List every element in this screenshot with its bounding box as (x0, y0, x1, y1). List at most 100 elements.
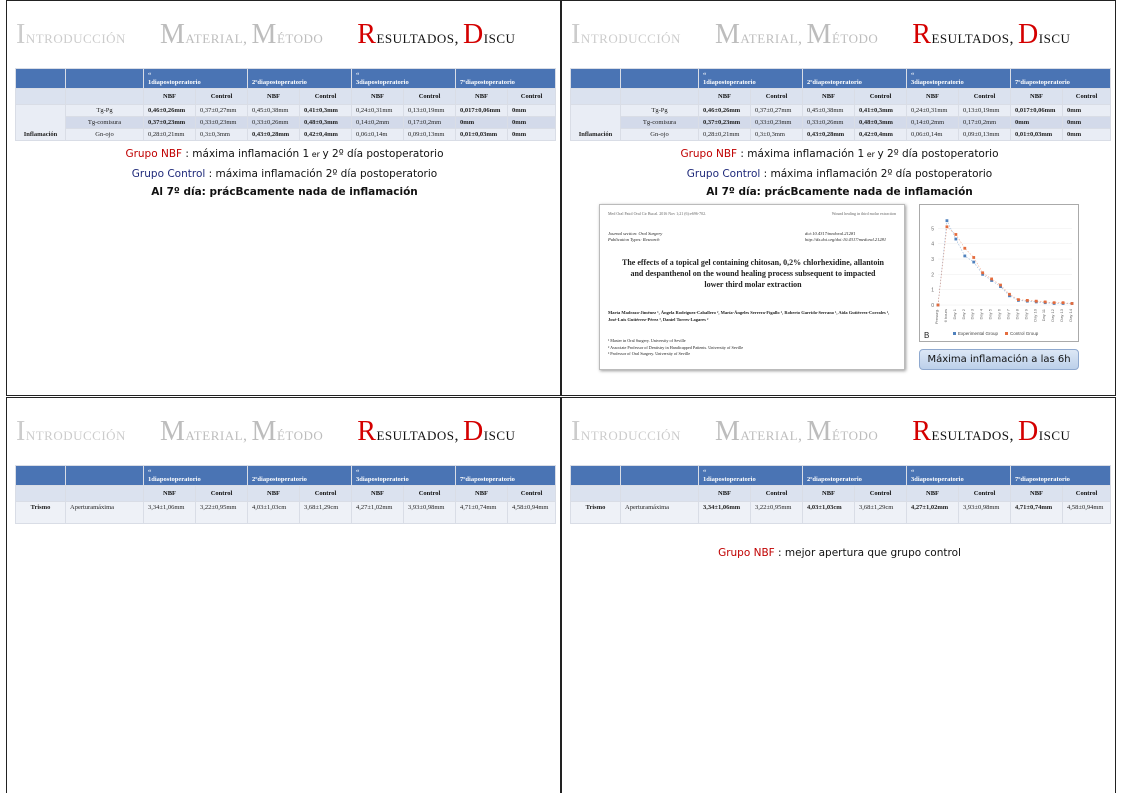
row-label: Tg-comisura (65, 116, 144, 129)
trismo-table: “ 1diapostoperatorio 2ºdiapostoperatorio “… (570, 465, 1112, 524)
table-cell: 0,37±0,23mm (143, 116, 196, 129)
row-group-label: Inflamación (15, 104, 66, 141)
table-cell: 0,13±0,19mm (403, 104, 457, 117)
table-row: Gn-ojo 0,28±0,21mm 0,3±0,3mm 0,43±0,28mm 0,4… (571, 128, 1112, 141)
data-point (990, 277, 993, 281)
subheader-group: Control (958, 88, 1012, 105)
data-point (1052, 301, 1056, 305)
panel-label: B (924, 331, 929, 340)
table-cell: 0,28±0,21mm (698, 128, 751, 141)
header-blank (620, 68, 699, 89)
article-journal-ref: Med Oral Patol Oral Cir Bucal. 2016 Nov … (608, 211, 707, 216)
subheader-group: Control (507, 485, 557, 502)
table-cell: 0,24±0,31mm (351, 104, 405, 117)
header-word-discusion: DISCU (463, 19, 516, 50)
data-point (954, 233, 958, 236)
row-label: Tg-comisura (620, 116, 699, 129)
header-word-resultados: RESULTADOS (357, 416, 455, 447)
legend-label: Experimental Group (958, 331, 999, 336)
trismo-summary: Grupo NBF : mejor apertura que grupo con… (718, 547, 961, 559)
subheader-blank (15, 88, 66, 105)
row-label: Tg-Pg (65, 104, 144, 117)
header-word-introduccion: INTRODUCCIÓN (16, 19, 126, 50)
legend-swatch (1005, 332, 1008, 335)
table-cell: 0,33±0,23mm (194, 116, 249, 129)
subheader-group: Control (1062, 485, 1112, 502)
x-tick-label: Day 12 (1050, 308, 1055, 321)
table-cell: 0mm (1062, 128, 1112, 141)
subheader-group: NBF (698, 485, 751, 502)
series-line-control (937, 226, 1073, 306)
subheader-blank (570, 88, 621, 105)
subheader-group: Control (749, 485, 804, 502)
table-row: Gn-ojo 0,28±0,21mm 0,3±0,3mm 0,43±0,28mm 0,4… (16, 128, 557, 141)
article-title: The effects of a topical gel containing … (622, 258, 884, 289)
table-cell: 3,22±0,95mm (194, 501, 249, 524)
table-cell: 0,24±0,31mm (906, 104, 960, 117)
article-authors: Marta Madrazo-Jiménez ¹, Ángela Rodrígue… (608, 310, 890, 322)
row-group-label: Inflamación (570, 104, 621, 141)
summary-control: Grupo Control : máxima inflamación 2º dí… (686, 168, 993, 180)
data-point (972, 256, 976, 259)
data-point (1070, 302, 1074, 305)
article-running-title: Wound healing in third molar extraction (831, 211, 896, 216)
table-cell: 4,71±0,74mm (455, 501, 509, 524)
row-label: Gn-ojo (65, 128, 144, 141)
legend-label: Control Group (1010, 331, 1039, 336)
subheader-group: NBF (698, 88, 751, 105)
slide-header: INTRODUCCIÓN MATERIAL, MÉTODO RESULTADOS… (16, 416, 516, 447)
data-point (1043, 300, 1047, 304)
table-cell: 0,45±0,38mm (247, 104, 301, 117)
subheader-blank (65, 88, 144, 105)
slide-2: INTRODUCCIÓN MATERIAL, MÉTODO RESULTADOS… (561, 0, 1116, 396)
table-cell: 0,42±0,4mm (854, 128, 908, 141)
table-cell: 0,01±0,03mm (455, 128, 509, 141)
slide-3: INTRODUCCIÓN MATERIAL, MÉTODO RESULTADOS… (6, 397, 561, 793)
column-header-day: “ 3diapostoperatorio (351, 465, 457, 486)
header-word-material: MATERIAL (714, 416, 799, 447)
table-cell: 0,14±0,2mm (351, 116, 405, 129)
table-row: Inflamación Tg-Pg 0,46±0,26mm 0,37±0,27mm 0,… (15, 104, 557, 141)
column-header-day: 2ºdiapostoperatorio (247, 68, 353, 89)
header-blank (65, 465, 144, 486)
summary-nbf: Grupo NBF : máxima inflamación 1 er y 2º… (680, 148, 999, 160)
slide-header: INTRODUCCIÓN MATERIAL, MÉTODO RESULTADOS… (16, 19, 516, 50)
table-cell: 0,37±0,23mm (698, 116, 751, 129)
table-row: Inflamación Tg-Pg 0,46±0,26mm 0,37±0,27mm 0,… (570, 104, 1112, 141)
subheader-group: Control (854, 485, 908, 502)
x-tick-label: Day 2 (961, 308, 966, 319)
table-cell: 0,14±0,2mm (906, 116, 960, 129)
header-blank (570, 68, 621, 89)
table-cell: 0,13±0,19mm (958, 104, 1012, 117)
x-tick-label: Day 4 (979, 308, 984, 319)
data-point (936, 303, 940, 307)
row-group-label: Trismo (570, 501, 621, 524)
article-affiliations: ¹ Master in Oral Surgery. University of … (608, 338, 744, 356)
subheader-group: NBF (143, 485, 196, 502)
column-header-day: “ 3diapostoperatorio (351, 68, 457, 89)
header-word-metodo: MÉTODO (806, 19, 879, 50)
table-cell: 3,34±1,06mm (143, 501, 196, 524)
subheader-group: NBF (351, 88, 405, 105)
table-cell: 0,33±0,23mm (749, 116, 804, 129)
row-label: Tg-Pg (620, 104, 699, 117)
header-word-introduccion: INTRODUCCIÓN (571, 416, 681, 447)
table-cell: 0mm (507, 128, 557, 141)
header-word-resultados: RESULTADOS (912, 19, 1010, 50)
data-point (1008, 292, 1011, 296)
x-tick-label: Day 5 (988, 308, 993, 319)
y-tick-label: 4 (931, 242, 934, 248)
column-header-day: 7ºdiapostoperatorio (455, 465, 557, 486)
table-cell: 0mm (1062, 116, 1112, 129)
subheader-blank (570, 485, 621, 502)
table-row: Tg-comisura 0,37±0,23mm 0,33±0,23mm 0,33±0,… (571, 116, 1112, 129)
x-tick-label: Day 9 (1023, 308, 1028, 319)
header-word-discusion: DISCU (463, 416, 516, 447)
table-cell: 0mm (1010, 116, 1064, 129)
subheader-group: Control (299, 88, 353, 105)
summary-day7: Al 7º día: prácBcamente nada de inflamac… (706, 186, 973, 198)
header-word-discusion: DISCU (1018, 416, 1071, 447)
column-header-day: 2ºdiapostoperatorio (247, 465, 353, 486)
data-point (1025, 299, 1029, 302)
subheader-blank (620, 485, 699, 502)
